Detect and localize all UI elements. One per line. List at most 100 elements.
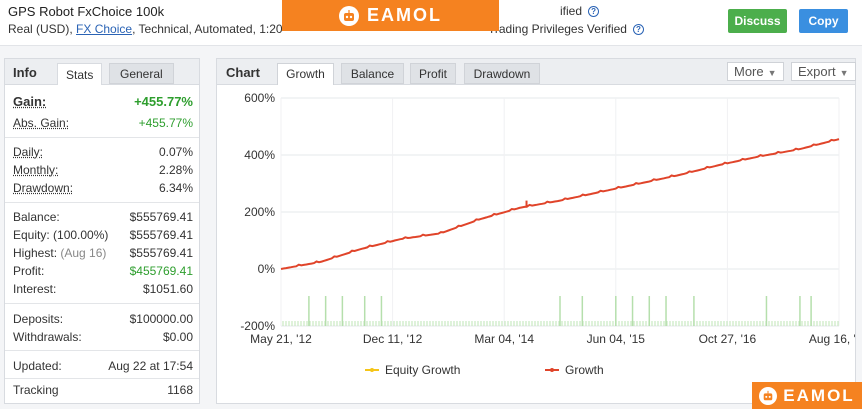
x-tick-label: Aug 16, '18 xyxy=(809,332,855,346)
divider xyxy=(5,137,199,138)
verified-text-1: ified xyxy=(560,4,583,18)
y-tick-label: 400% xyxy=(244,148,275,162)
question-icon[interactable]: ? xyxy=(632,24,644,35)
more-label: More xyxy=(734,64,764,79)
equity-row: Equity: (100.00%) $555769.41 xyxy=(13,228,193,242)
x-tick-label: Jun 04, '15 xyxy=(587,332,646,346)
highest-label: Highest: xyxy=(13,246,58,260)
legend-label-growth: Growth xyxy=(565,363,604,377)
tracking-label: Tracking xyxy=(13,383,59,397)
interest-label: Interest: xyxy=(13,282,57,296)
activity-bars xyxy=(282,296,839,326)
drawdown-value: 6.34% xyxy=(158,181,193,195)
chevron-down-icon: ▼ xyxy=(767,68,777,78)
updated-label: Updated: xyxy=(13,359,62,373)
legend-label-equity: Equity Growth xyxy=(385,363,461,377)
x-tick-label: Dec 11, '12 xyxy=(363,332,423,346)
deposits-value: $100000.00 xyxy=(129,312,193,326)
daily-row: Daily: 0.07% xyxy=(13,145,193,159)
balance-row: Balance: $555769.41 xyxy=(13,210,193,224)
robot-logo-icon xyxy=(759,386,778,405)
discuss-button[interactable]: Discuss xyxy=(728,9,787,33)
info-heading: Info xyxy=(13,65,37,80)
deposits-label: Deposits: xyxy=(13,312,64,326)
tab-stats[interactable]: Stats xyxy=(57,63,103,85)
y-tick-label: 0% xyxy=(258,262,276,276)
export-dropdown[interactable]: Export ▼ xyxy=(791,62,856,81)
chart-panel: Chart Growth Balance Profit Drawdown Mor… xyxy=(216,58,856,404)
divider xyxy=(5,350,199,351)
verified-status-2: Trading Privileges Verified? xyxy=(488,22,644,36)
legend-growth[interactable]: Growth xyxy=(545,363,604,377)
withdrawals-row: Withdrawals: $0.00 xyxy=(13,330,193,344)
profit-label: Profit: xyxy=(13,264,45,278)
equity-label: Equity: xyxy=(13,228,50,242)
account-title: GPS Robot FxChoice 100k xyxy=(8,4,165,19)
monthly-value: 2.28% xyxy=(158,163,193,177)
chart-grid xyxy=(280,97,840,327)
chart-heading: Chart xyxy=(226,65,260,80)
balance-label: Balance: xyxy=(13,210,60,224)
divider xyxy=(5,378,199,379)
x-tick-label: Mar 04, '14 xyxy=(474,332,534,346)
chart-series xyxy=(280,138,840,270)
drawdown-label: Drawdown: xyxy=(13,181,74,195)
growth-line xyxy=(280,138,840,270)
updated-row: Updated: Aug 22 at 17:54 xyxy=(13,359,193,373)
y-tick-label: -200% xyxy=(240,319,275,333)
account-details: , Technical, Automated, 1:20 xyxy=(132,22,283,36)
monthly-row: Monthly: 2.28% xyxy=(13,163,193,177)
brand-banner-top: EAMOL xyxy=(282,0,499,31)
verified-status-1: ified? xyxy=(560,4,600,18)
profit-value: $455769.41 xyxy=(129,264,193,278)
tab-growth[interactable]: Growth xyxy=(277,63,334,85)
equity-label-group: Equity: (100.00%) xyxy=(13,228,108,242)
account-subtitle: Real (USD), FX Choice, Technical, Automa… xyxy=(8,22,283,36)
verified-text-2: Trading Privileges Verified xyxy=(488,22,627,36)
tracking-row: Tracking 1168 xyxy=(13,383,193,397)
deposits-row: Deposits: $100000.00 xyxy=(13,312,193,326)
tab-balance[interactable]: Balance xyxy=(341,63,404,84)
tracking-value: 1168 xyxy=(167,383,193,397)
gain-value: +455.77% xyxy=(134,94,193,109)
balance-value: $555769.41 xyxy=(129,210,193,224)
withdrawals-value: $0.00 xyxy=(162,330,193,344)
divider xyxy=(5,303,199,304)
question-icon[interactable]: ? xyxy=(588,6,600,17)
chart-tab-bar: Chart Growth Balance Profit Drawdown Mor… xyxy=(217,59,856,85)
abs-gain-value: +455.77% xyxy=(138,116,193,130)
interest-value: $1051.60 xyxy=(142,282,193,296)
legend-swatch-growth xyxy=(545,368,559,372)
export-label: Export xyxy=(798,64,836,79)
equity-value: $555769.41 xyxy=(129,228,193,242)
info-panel: Info Stats General Gain: +455.77% Abs. Ga… xyxy=(4,58,200,404)
tab-general[interactable]: General xyxy=(109,63,174,84)
profit-row: Profit: $455769.41 xyxy=(13,264,193,278)
highest-row: Highest: (Aug 16) $555769.41 xyxy=(13,246,193,260)
more-dropdown[interactable]: More ▼ xyxy=(727,62,784,81)
x-axis-labels: May 21, '12 Dec 11, '12 Mar 04, '14 Jun 04,… xyxy=(250,332,855,346)
y-tick-label: 600% xyxy=(244,91,275,105)
legend-swatch-equity xyxy=(365,368,379,372)
y-tick-label: 200% xyxy=(244,205,275,219)
y-axis-labels: 600% 400% 200% 0% -200% xyxy=(240,91,275,333)
highest-value: $555769.41 xyxy=(129,246,193,260)
daily-label: Daily: xyxy=(13,145,44,159)
growth-chart[interactable]: 600% 400% 200% 0% -200% May 21, '12 Dec 11, '… xyxy=(217,86,855,356)
highest-date: (Aug 16) xyxy=(60,246,107,260)
copy-button[interactable]: Copy xyxy=(799,9,848,33)
brand-name: EAMOL xyxy=(367,5,442,25)
legend-equity-growth[interactable]: Equity Growth xyxy=(365,363,460,377)
brand-name-bottom: EAMOL xyxy=(783,385,855,405)
updated-value: Aug 22 at 17:54 xyxy=(108,359,193,373)
broker-link[interactable]: FX Choice xyxy=(76,22,132,36)
tab-profit[interactable]: Profit xyxy=(410,63,456,84)
divider xyxy=(5,202,199,203)
x-tick-label: May 21, '12 xyxy=(250,332,312,346)
abs-gain-row: Abs. Gain: +455.77% xyxy=(13,116,193,130)
brand-banner-bottom: EAMOL xyxy=(752,382,862,409)
highest-label-group: Highest: (Aug 16) xyxy=(13,246,106,260)
tab-drawdown[interactable]: Drawdown xyxy=(464,63,540,84)
gain-label: Gain: xyxy=(13,94,47,109)
robot-logo-icon xyxy=(339,5,359,26)
